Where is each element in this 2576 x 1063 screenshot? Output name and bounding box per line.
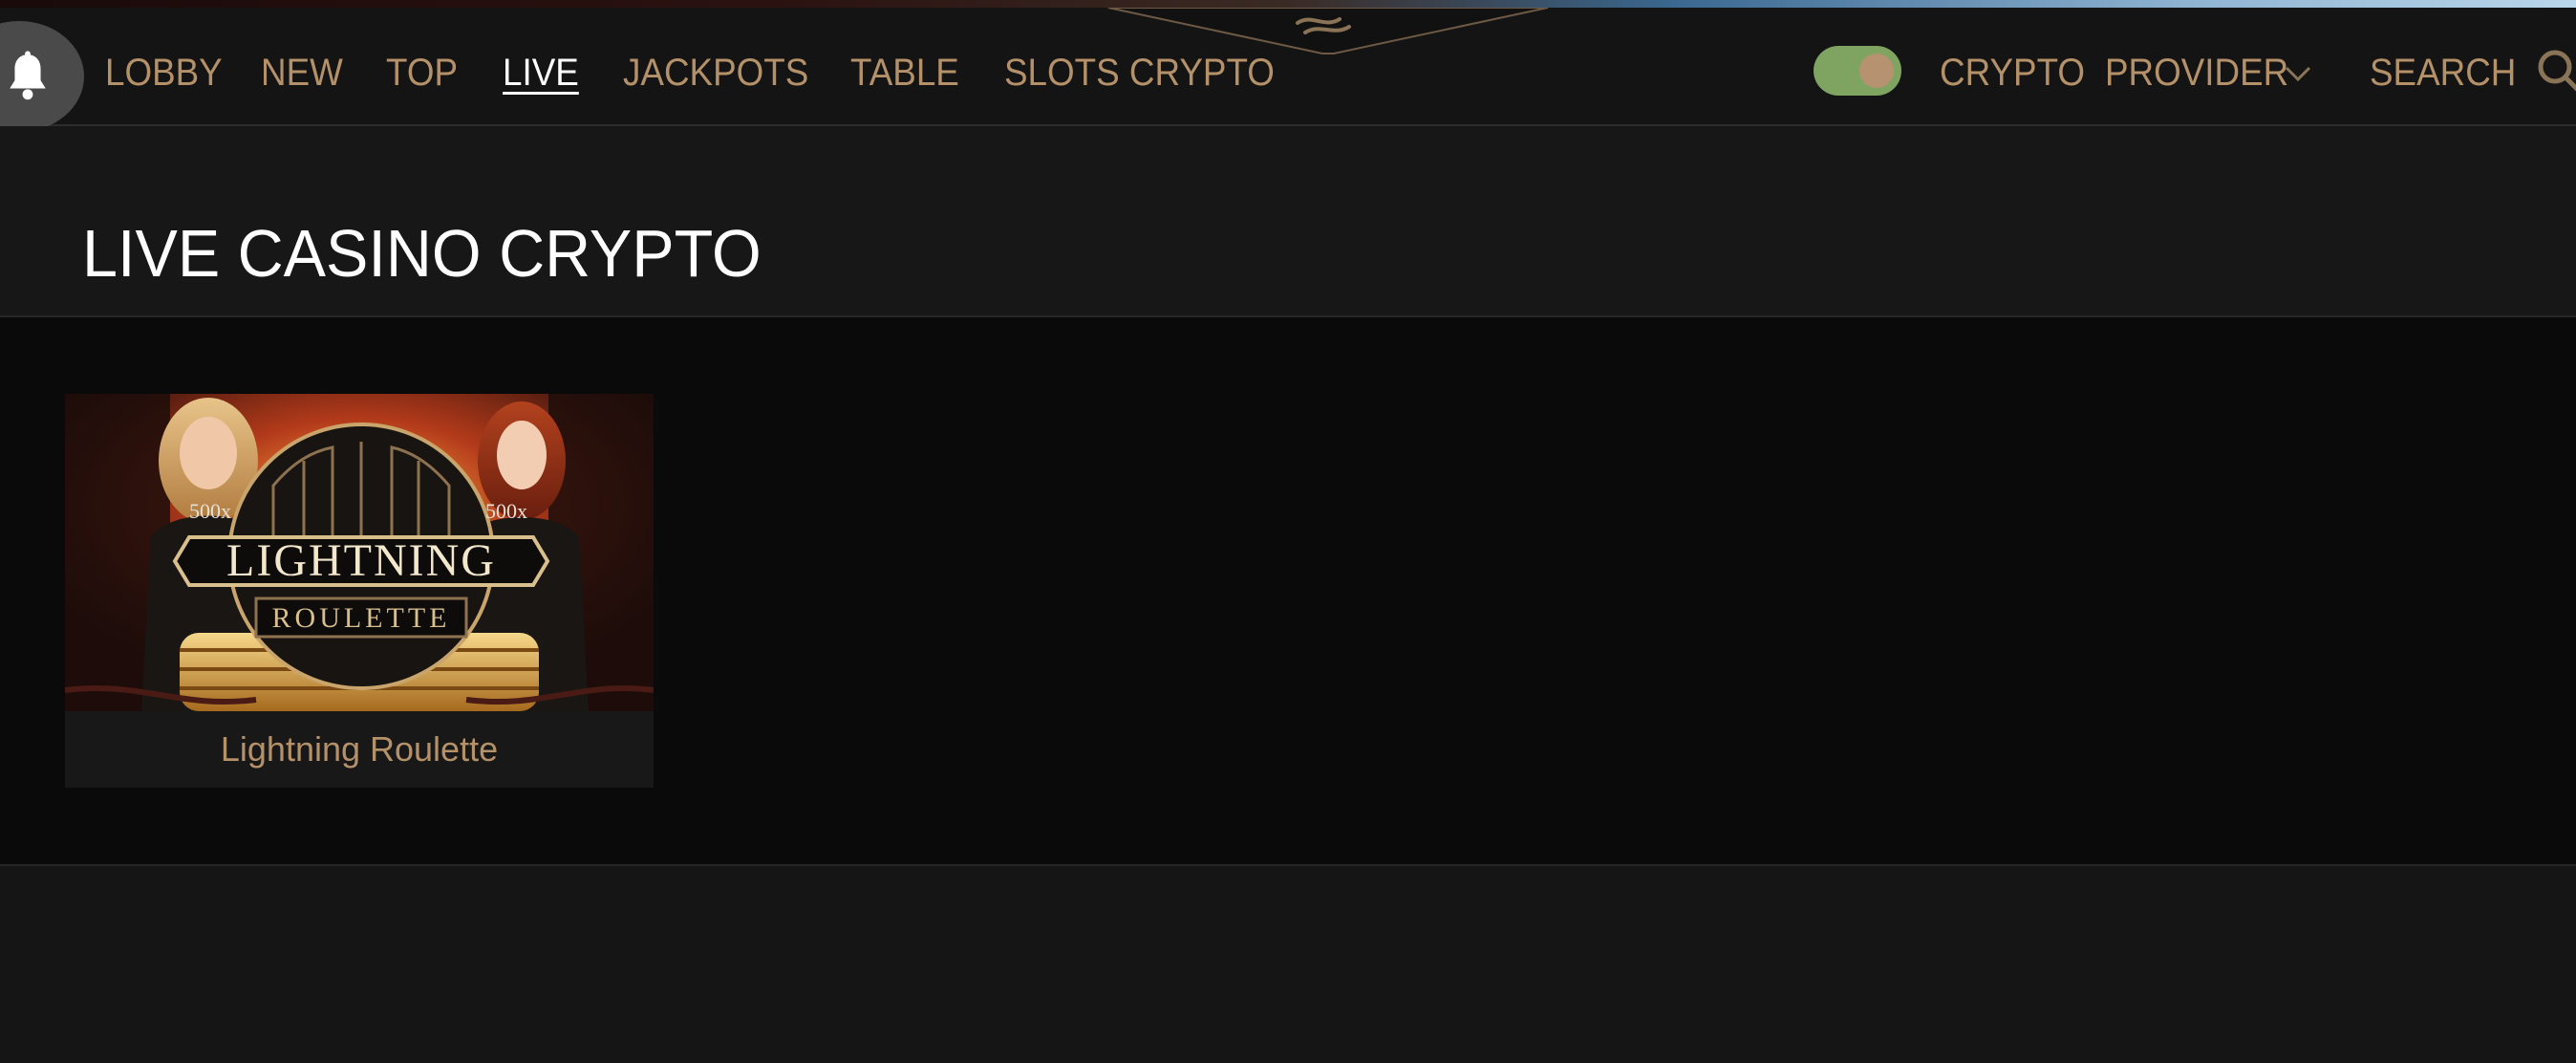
nav-table[interactable]: TABLE (850, 36, 959, 109)
nav-top[interactable]: TOP (386, 36, 458, 109)
header-banner-strip (0, 0, 2576, 8)
nav-slots-crypto[interactable]: SLOTS CRYPTO (1004, 36, 1275, 109)
crypto-label[interactable]: CRYPTO (1940, 36, 2085, 109)
page-footer-area (0, 866, 2576, 1063)
search-link[interactable]: SEARCH (2370, 36, 2516, 109)
bell-icon (10, 51, 46, 100)
chevron-down-icon (2285, 66, 2311, 82)
games-grid: 500x 500x LIGHTNING ROULETTE Lightning R… (0, 317, 2576, 866)
nav-new[interactable]: NEW (261, 36, 343, 109)
main-navbar: LOBBY NEW TOP LIVE JACKPOTS TABLE SLOTS … (0, 8, 2576, 132)
thumb-logo-subtitle: ROULETTE (272, 602, 451, 634)
notifications-button[interactable] (0, 21, 84, 132)
game-title[interactable]: Lightning Roulette (65, 711, 654, 788)
crypto-toggle[interactable] (1814, 46, 1901, 96)
provider-label: PROVIDER (2105, 52, 2289, 94)
search-icon[interactable] (2534, 46, 2576, 94)
thumb-multiplier-right: 500x (485, 499, 527, 523)
thumb-logo-title: LIGHTNING (226, 535, 496, 586)
thumb-multiplier-left: 500x (189, 499, 231, 523)
game-thumbnail[interactable]: 500x 500x LIGHTNING ROULETTE (65, 394, 654, 711)
toggle-knob (1859, 54, 1894, 88)
nav-lobby[interactable]: LOBBY (105, 36, 223, 109)
provider-dropdown[interactable]: PROVIDER (2105, 36, 2288, 109)
game-card[interactable]: 500x 500x LIGHTNING ROULETTE Lightning R… (65, 394, 654, 788)
page-header: LIVE CASINO CRYPTO (0, 126, 2576, 317)
nav-live[interactable]: LIVE (503, 36, 579, 109)
nav-jackpots[interactable]: JACKPOTS (623, 36, 808, 109)
page-title: LIVE CASINO CRYPTO (82, 216, 762, 291)
game-thumbnail-art: 500x 500x LIGHTNING ROULETTE (65, 394, 654, 711)
